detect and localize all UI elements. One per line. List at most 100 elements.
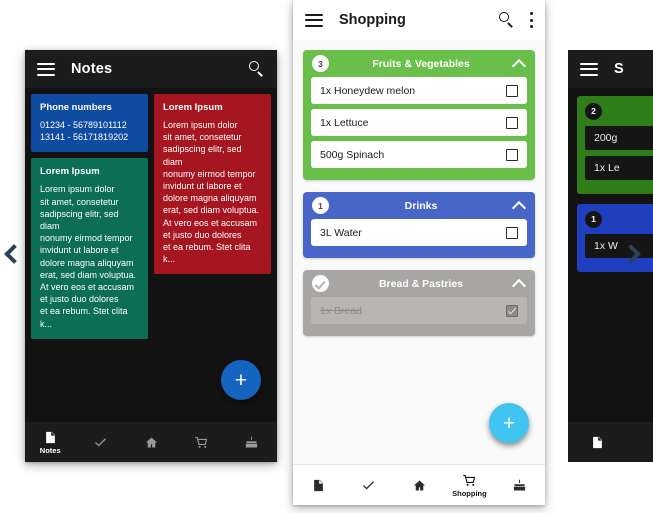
item-checkbox[interactable]: [506, 116, 518, 129]
category-title: Bread & Pastries: [378, 277, 464, 290]
bottom-navigation-bar: Shopping: [293, 464, 545, 505]
notes-document-icon: [313, 479, 323, 491]
search-icon[interactable]: [249, 61, 265, 77]
bottom-navigation-bar: [568, 422, 653, 462]
checkmark-icon: [95, 437, 107, 447]
nav-item-checklist[interactable]: [75, 435, 125, 450]
item-label: 3L Water: [320, 226, 362, 239]
chevron-up-icon[interactable]: [513, 277, 526, 290]
birthday-cake-icon: [514, 478, 526, 490]
category-header[interactable]: Bread & Pastries: [303, 270, 535, 297]
note-title: Phone numbers: [40, 102, 112, 113]
list-item[interactable]: 1x Lettuce: [311, 109, 527, 136]
phone-dark-shopping-clip: S 2 200g 1x Le 1 1x W: [568, 50, 653, 462]
item-label: 1x Lettuce: [320, 116, 369, 129]
bottom-navigation-bar: Notes: [25, 422, 277, 462]
item-checkbox[interactable]: [506, 148, 518, 161]
nav-label-shopping: Shopping: [452, 488, 487, 498]
chevron-up-icon[interactable]: [513, 199, 526, 212]
note-card[interactable]: Lorem Ipsum Lorem ipsum dolor sit amet, …: [31, 158, 148, 339]
nav-item-shopping[interactable]: Shopping: [444, 473, 494, 498]
hamburger-menu-icon[interactable]: [37, 62, 55, 76]
phone-shopping-screen: Shopping 3 Fruits & Vegetables 1x Honeyd…: [293, 0, 545, 505]
home-icon: [145, 437, 157, 447]
note-card[interactable]: Phone numbers 01234 - 56789101112 13141 …: [31, 94, 148, 153]
item-label: 1x W: [594, 240, 618, 252]
item-checkbox[interactable]: [506, 304, 518, 317]
checkmark-icon: [363, 480, 375, 490]
item-checkbox[interactable]: [506, 84, 518, 97]
chevron-up-icon[interactable]: [513, 57, 526, 70]
notes-column-left: Phone numbers 01234 - 56789101112 13141 …: [31, 94, 148, 339]
shopping-cart-icon: [195, 436, 208, 448]
category-header[interactable]: 2: [577, 96, 653, 126]
birthday-cake-icon: [246, 435, 258, 447]
note-body: 01234 - 56789101112 13141 - 56171819202: [40, 120, 129, 143]
note-body: Lorem ipsum dolor sit amet, consetetur s…: [163, 120, 260, 265]
notes-app-bar: Notes: [25, 50, 277, 88]
item-checkbox[interactable]: [506, 226, 518, 239]
nav-item-notes[interactable]: [590, 435, 605, 450]
category-header[interactable]: 1: [577, 204, 653, 234]
category-count-badge: 3: [312, 55, 329, 72]
phone-notes-screen: Notes Phone numbers 01234 - 56789101112 …: [25, 50, 277, 462]
notes-document-icon: [45, 431, 55, 443]
category-card: 1 Drinks 3L Water: [303, 192, 535, 258]
page-title: S: [614, 61, 624, 77]
category-card: 1 1x W: [577, 204, 653, 272]
hamburger-menu-icon[interactable]: [580, 62, 598, 76]
dark-app-bar: S: [568, 50, 653, 88]
category-card: 3 Fruits & Vegetables 1x Honeydew melon …: [303, 50, 535, 180]
list-item[interactable]: 1x Honeydew melon: [311, 77, 527, 104]
list-item[interactable]: 1x W: [585, 234, 653, 258]
item-label: 1x Bread: [320, 304, 363, 317]
category-header[interactable]: 1 Drinks: [303, 192, 535, 219]
category-card: 2 200g 1x Le: [577, 96, 653, 194]
nav-item-home[interactable]: [394, 478, 444, 493]
notes-grid: Phone numbers 01234 - 56789101112 13141 …: [25, 88, 277, 339]
note-card[interactable]: Lorem Ipsum Lorem ipsum dolor sit amet, …: [154, 94, 271, 275]
nav-item-shopping[interactable]: [176, 435, 226, 450]
nav-item-checklist[interactable]: [343, 478, 393, 493]
shopping-cart-icon: [463, 474, 476, 486]
nav-item-home[interactable]: [126, 435, 176, 450]
shopping-categories-list: 3 Fruits & Vegetables 1x Honeydew melon …: [293, 40, 545, 336]
chevron-right-icon[interactable]: [620, 240, 640, 268]
hamburger-menu-icon[interactable]: [305, 13, 323, 27]
search-icon[interactable]: [499, 12, 515, 28]
category-count-badge: 2: [585, 102, 602, 120]
add-note-fab[interactable]: +: [221, 360, 261, 400]
list-item[interactable]: 200g: [585, 126, 653, 150]
item-label: 500g Spinach: [320, 148, 385, 161]
nav-item-birthdays[interactable]: [495, 478, 545, 493]
category-header[interactable]: 3 Fruits & Vegetables: [303, 50, 535, 77]
category-title: Fruits & Vegetables: [372, 57, 470, 70]
home-icon: [413, 480, 425, 490]
page-title: Notes: [71, 61, 113, 77]
list-item[interactable]: 1x Le: [585, 156, 653, 180]
kebab-menu-icon[interactable]: [529, 12, 533, 28]
note-body: Lorem ipsum dolor sit amet, consetetur s…: [40, 184, 137, 329]
nav-label-notes: Notes: [39, 445, 61, 455]
list-item[interactable]: 500g Spinach: [311, 141, 527, 168]
add-item-fab[interactable]: +: [489, 403, 529, 443]
note-title: Lorem Ipsum: [40, 166, 100, 178]
item-label: 200g: [594, 132, 618, 144]
notes-column-right: Lorem Ipsum Lorem ipsum dolor sit amet, …: [154, 94, 271, 275]
item-label: 1x Le: [594, 162, 620, 174]
chevron-left-icon[interactable]: [3, 240, 23, 268]
list-item[interactable]: 3L Water: [311, 219, 527, 246]
notes-document-icon: [593, 436, 602, 448]
nav-item-notes[interactable]: [293, 478, 343, 493]
category-card-completed: Bread & Pastries 1x Bread: [303, 270, 535, 336]
screenshot-root: Notes Phone numbers 01234 - 56789101112 …: [0, 0, 653, 513]
note-title: Lorem Ipsum: [163, 102, 223, 113]
item-label: 1x Honeydew melon: [320, 84, 416, 97]
category-count-badge: 1: [585, 210, 602, 228]
phone-dark-shopping-screen: S 2 200g 1x Le 1 1x W: [568, 50, 653, 462]
nav-item-notes[interactable]: Notes: [25, 430, 75, 455]
list-item[interactable]: 1x Bread: [311, 297, 527, 324]
nav-item-birthdays[interactable]: [227, 435, 277, 450]
shopping-app-bar: Shopping: [293, 0, 545, 40]
page-title: Shopping: [339, 12, 406, 28]
